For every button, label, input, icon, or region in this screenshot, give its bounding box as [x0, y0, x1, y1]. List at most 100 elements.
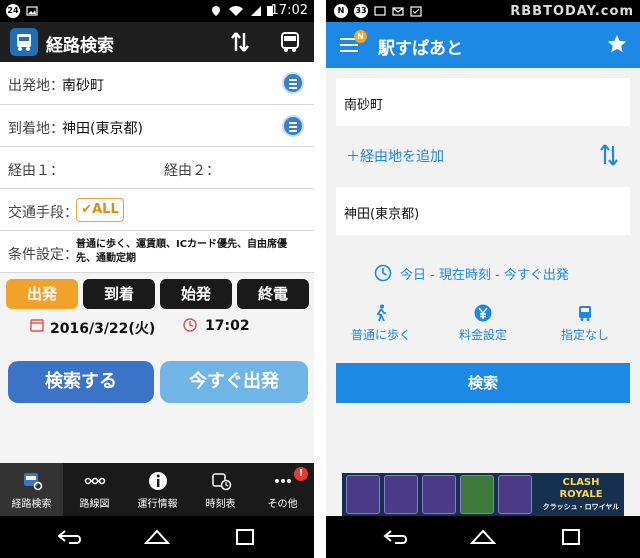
left-app-header: 経路検索 [0, 22, 314, 62]
right-app-screen: N 33 RBBTODAY.com N 駅すぱあと 南砂町 ＋経由地を追加 神田… [326, 0, 640, 558]
ad-title-line1: CLASH [562, 477, 600, 488]
transport-value: ALL [92, 202, 119, 217]
datetime-value: 今日 - 現在時刻 - 今すぐ出発 [400, 268, 569, 283]
fare-setting-option[interactable]: 料金設定 [438, 304, 528, 348]
bus-icon [579, 306, 591, 321]
from-value: 南砂町 [344, 98, 384, 113]
ad-card-image [346, 475, 380, 514]
bus-icon[interactable] [278, 30, 302, 54]
image-notification-icon [374, 6, 386, 16]
transport-label: 交通手段： [8, 205, 78, 221]
from-options-button[interactable] [282, 72, 304, 94]
ad-card-image [384, 475, 418, 514]
swap-icon[interactable] [598, 142, 620, 168]
status-time: 17:02 [270, 3, 308, 18]
nav-label: 時刻表 [205, 499, 236, 510]
datetime-row: 2016/3/22(火) 17:02 [0, 314, 314, 340]
via-row[interactable]: 経由１： 経由２： [0, 147, 314, 189]
left-status-bar: 24 17:02 [0, 0, 314, 22]
mail-icon [392, 7, 404, 16]
conditions-value: 普通に歩く、運賃順、ICカード優先、自由席優先、通勤定期 [76, 239, 288, 264]
back-icon[interactable] [55, 527, 85, 547]
from-field[interactable]: 南砂町 [336, 78, 630, 126]
ad-card-image [460, 475, 494, 514]
back-icon[interactable] [381, 527, 411, 547]
screenshot-divider [314, 0, 326, 558]
search-button[interactable]: 検索する [8, 361, 154, 403]
nav-label: 路線図 [79, 499, 110, 510]
right-system-navbar [326, 516, 640, 558]
via1-label[interactable]: 経由１： [8, 160, 64, 180]
segment-last-train[interactable]: 終電 [237, 279, 309, 309]
option-label: 料金設定 [458, 328, 507, 342]
to-value: 神田(東京都) [344, 207, 420, 222]
bus-search-icon [23, 473, 42, 491]
option-label: 普通に歩く [350, 328, 411, 342]
star-icon[interactable] [606, 33, 628, 55]
left-system-navbar [0, 516, 314, 558]
depart-now-button[interactable]: 今すぐ出発 [160, 361, 308, 403]
nav-timetable[interactable]: 時刻表 [189, 463, 252, 516]
advertisement-banner[interactable]: CLASH ROYALE クラッシュ・ロワイヤル [342, 473, 624, 516]
segment-arrive[interactable]: 到着 [83, 279, 155, 309]
segment-depart[interactable]: 出発 [6, 279, 78, 309]
to-row[interactable]: 到着地： 神田(東京都) [0, 105, 314, 147]
nav-more[interactable]: その他 ! [251, 463, 314, 516]
clock-icon [183, 318, 197, 332]
wifi-icon [229, 6, 243, 16]
from-label: 出発地： [8, 78, 64, 94]
signal-icon [251, 6, 261, 16]
nav-label: 運行情報 [137, 499, 178, 510]
time-mode-segments: 出発 到着 始発 終電 [6, 279, 309, 309]
ad-subtitle: クラッシュ・ロワイヤル [542, 503, 620, 511]
option-label: 指定なし [560, 328, 609, 342]
transport-row[interactable]: 交通手段： ✔ALL [0, 189, 314, 231]
right-app-header: N 駅すぱあと [326, 22, 640, 68]
left-app-screen: 24 17:02 経路検索 出発地： 南砂町 到着地： 神田(東京都) 経由１：… [0, 0, 314, 558]
watermark: RBBTODAY.com [510, 4, 634, 19]
ad-logo: CLASH ROYALE クラッシュ・ロワイヤル [542, 477, 620, 512]
home-icon[interactable] [468, 527, 498, 547]
walk-speed-option[interactable]: 普通に歩く [336, 304, 426, 348]
from-value: 南砂町 [62, 78, 104, 94]
bus-logo-icon [17, 34, 31, 51]
datetime-selector[interactable]: 今日 - 現在時刻 - 今すぐ出発 [326, 262, 640, 284]
clock-icon [374, 264, 392, 282]
to-label: 到着地： [8, 121, 64, 137]
conditions-row[interactable]: 条件設定： 普通に歩く、運賃順、ICカード優先、自由席優先、通勤定期 [0, 231, 314, 273]
from-row[interactable]: 出発地： 南砂町 [0, 62, 314, 105]
segment-first-train[interactable]: 始発 [160, 279, 232, 309]
more-icon [274, 479, 291, 483]
image-notification-icon [26, 6, 38, 16]
transport-all-button[interactable]: ✔ALL [76, 198, 124, 222]
notification-count-badge: 24 [6, 4, 20, 18]
swap-direction-icon[interactable] [228, 30, 252, 54]
right-status-bar: N 33 RBBTODAY.com [326, 0, 640, 22]
home-icon[interactable] [142, 527, 172, 547]
nav-route-search[interactable]: 経路検索 [0, 463, 63, 516]
time-value[interactable]: 17:02 [205, 318, 250, 334]
to-options-button[interactable] [282, 115, 304, 137]
page-title: 駅すぱあと [378, 39, 463, 59]
to-field[interactable]: 神田(東京都) [336, 187, 630, 235]
walk-icon [376, 304, 386, 322]
alert-badge: ! [294, 467, 308, 481]
date-value[interactable]: 2016/3/22(火) [50, 318, 155, 338]
via2-label[interactable]: 経由２： [164, 160, 220, 180]
page-title: 経路検索 [46, 36, 114, 56]
notification-count-badge: 33 [354, 4, 368, 18]
nav-service-info[interactable]: 運行情報 [126, 463, 189, 516]
nav-route-map[interactable]: 路線図 [63, 463, 126, 516]
nav-label: その他 [267, 499, 298, 510]
search-button[interactable]: 検索 [336, 363, 630, 403]
calendar-icon [30, 319, 44, 332]
route-map-icon [84, 477, 105, 485]
ad-title-line2: ROYALE [559, 489, 603, 500]
vehicle-option[interactable]: 指定なし [540, 304, 630, 348]
yen-icon [474, 304, 492, 322]
add-via-link[interactable]: ＋経由地を追加 [346, 146, 444, 166]
timetable-icon [211, 473, 231, 491]
info-icon [148, 472, 167, 490]
recents-icon[interactable] [230, 527, 260, 547]
recents-icon[interactable] [556, 527, 586, 547]
